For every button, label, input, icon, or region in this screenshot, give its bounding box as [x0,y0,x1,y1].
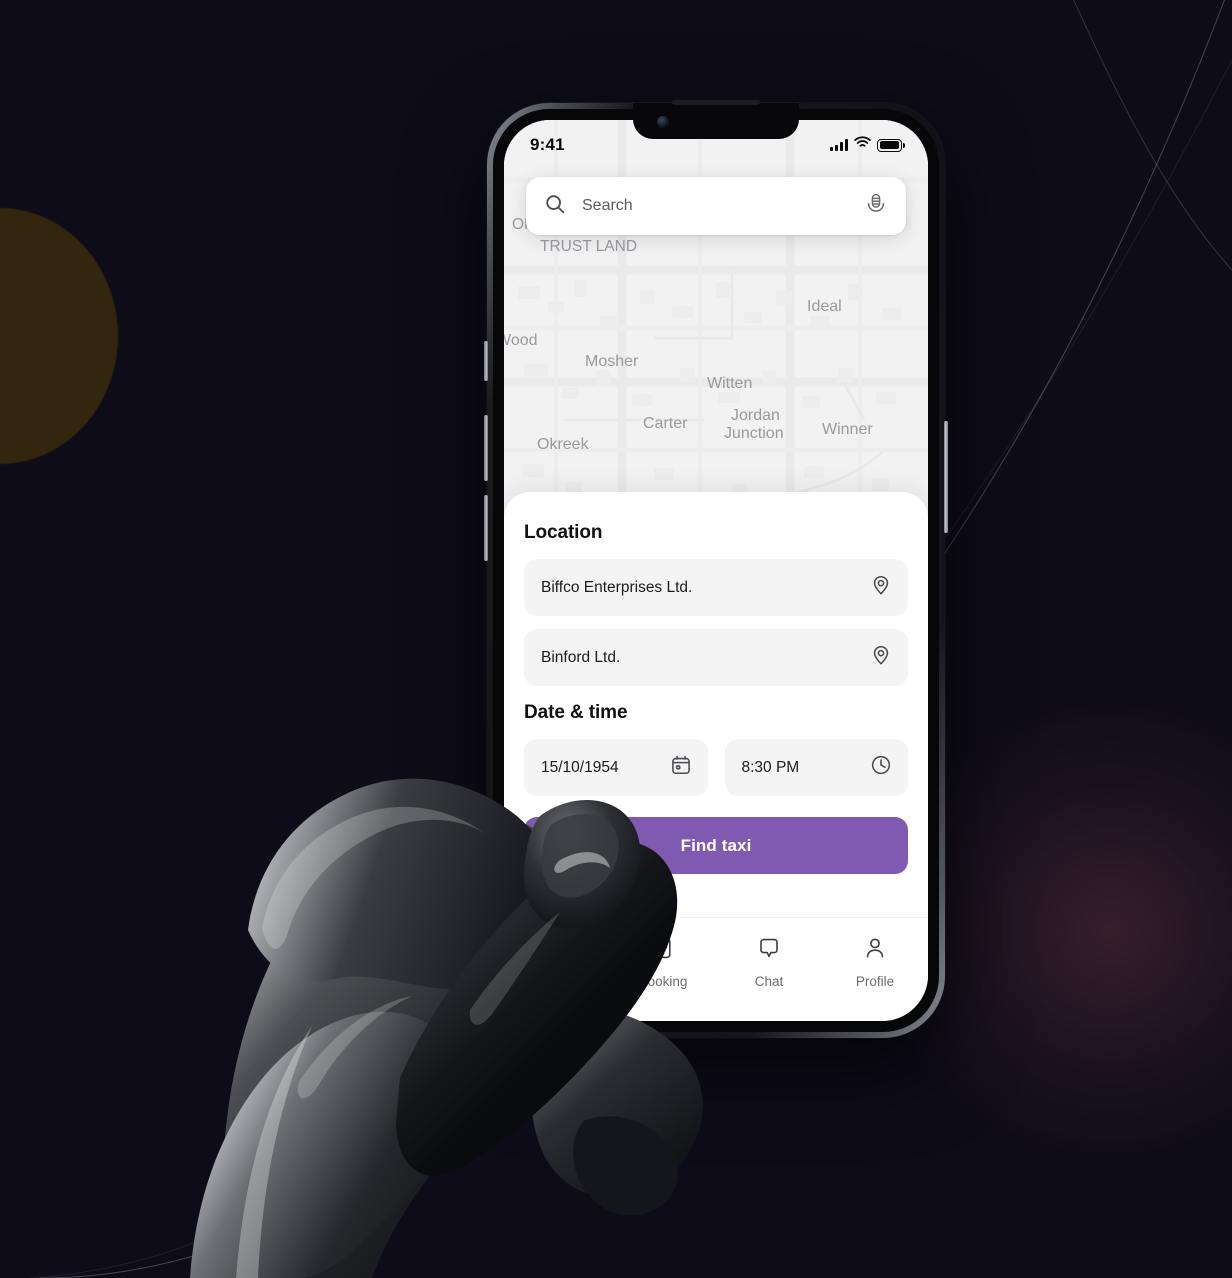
wifi-icon [854,136,871,154]
power-button[interactable] [944,421,948,533]
microphone-icon[interactable] [864,192,888,221]
date-time-section-title: Date & time [524,702,628,723]
find-taxi-button[interactable]: Find taxi [524,817,908,874]
volume-up-button[interactable] [484,415,488,481]
dropoff-location-value: Binford Ltd. [541,648,621,666]
date-value: 15/10/1954 [541,758,619,776]
person-icon [863,936,887,965]
signal-bars-icon [830,139,848,151]
map-label: Wood [504,332,538,349]
nav-item-chat[interactable]: Chat [716,936,822,989]
nav-item-profile[interactable]: Profile [822,936,928,989]
document-icon [651,936,675,965]
nav-label-chat: Chat [754,974,784,989]
search-bar[interactable]: Search [526,177,906,235]
map-label: Witten [707,375,753,392]
phone-mockup: OFF-RESERVATIONTRUST LANDIdealWoodMosher… [484,100,948,1038]
nav-label-home: Home [538,974,575,989]
map-label: TRUST LAND [540,238,638,255]
map-label: Carter [643,415,688,432]
location-section-title: Location [524,522,603,543]
nav-label-booking: Booking [638,974,688,989]
map-label: Mosher [585,353,639,370]
search-input-placeholder[interactable]: Search [582,197,864,215]
map-label: Junction [724,425,784,442]
date-field[interactable]: 15/10/1954 [524,739,708,796]
search-icon [544,193,566,220]
map-label: Winner [822,421,873,438]
mute-switch[interactable] [484,341,488,381]
chat-bubble-icon [757,936,781,965]
home-icon [545,936,569,965]
pickup-location-field[interactable]: Biffco Enterprises Ltd. [524,559,908,616]
front-camera-icon [657,116,669,128]
dropoff-location-field[interactable]: Binford Ltd. [524,629,908,686]
map-pin-icon[interactable] [870,574,892,601]
phone-notch [633,100,799,139]
map-pin-icon[interactable] [870,644,892,671]
booking-panel: Location Biffco Enterprises Ltd. Binford… [504,492,928,1021]
calendar-icon[interactable] [670,754,692,781]
nav-item-booking[interactable]: Booking [610,936,716,989]
map-label: Jordan [731,407,780,424]
nav-item-home[interactable]: Home [504,936,610,989]
map-label: Ideal [807,298,842,315]
phone-screen: OFF-RESERVATIONTRUST LANDIdealWoodMosher… [504,120,928,1021]
bottom-navigation-bar: Home Booking Chat Profile [504,917,928,1021]
date-time-section: Date & time 15/10/1954 8:30 PM [524,702,908,796]
volume-down-button[interactable] [484,495,488,561]
status-bar-indicators [830,136,905,154]
earpiece-speaker [672,100,760,105]
time-field[interactable]: 8:30 PM [724,739,908,796]
time-value: 8:30 PM [741,758,800,776]
battery-full-icon [877,138,905,152]
map-label: Okreek [537,436,589,453]
pickup-location-value: Biffco Enterprises Ltd. [541,578,693,596]
clock-icon[interactable] [870,754,892,781]
date-time-row: 15/10/1954 8:30 PM [524,739,908,796]
nav-label-profile: Profile [855,974,895,989]
status-bar-time: 9:41 [530,135,565,154]
